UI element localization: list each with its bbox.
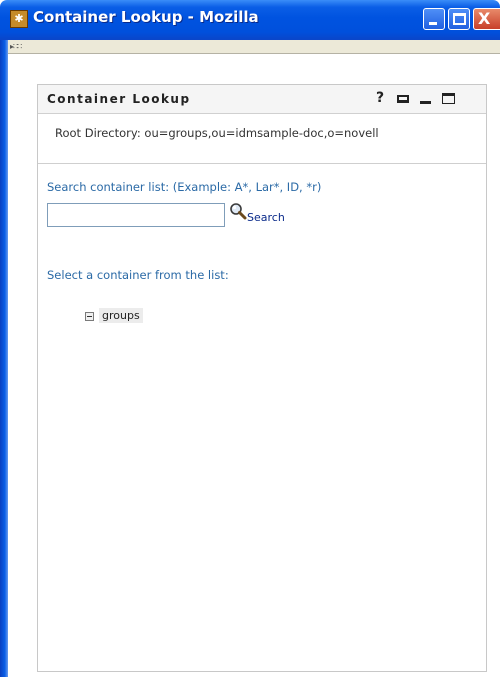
close-icon: X xyxy=(478,9,491,28)
portlet-header: Container Lookup ? xyxy=(38,85,486,114)
window-maximize-button[interactable] xyxy=(448,8,470,30)
divider xyxy=(38,163,486,164)
container-lookup-portlet: Container Lookup ? Root Directory: ou=gr… xyxy=(37,84,487,672)
root-directory-text: Root Directory: ou=groups,ou=idmsample-d… xyxy=(55,126,379,140)
page-content: Container Lookup ? Root Directory: ou=gr… xyxy=(8,55,500,677)
window-titlebar[interactable]: ✱ Container Lookup - Mozilla X xyxy=(0,0,500,40)
portlet-minimize-icon[interactable] xyxy=(418,89,434,107)
tree-item-label[interactable]: groups xyxy=(99,308,143,323)
window-minimize-button[interactable] xyxy=(423,8,445,30)
collapse-toggle-icon[interactable] xyxy=(85,312,94,321)
mozilla-app-icon: ✱ xyxy=(10,10,28,28)
portlet-maximize-icon[interactable] xyxy=(441,89,457,107)
toolbar-strip: ▸∷∷ xyxy=(8,40,500,54)
window-left-border xyxy=(0,40,8,677)
search-button[interactable]: Search xyxy=(247,211,285,224)
select-container-label: Select a container from the list: xyxy=(47,268,229,282)
window-title: Container Lookup - Mozilla xyxy=(33,8,259,26)
maximize-icon xyxy=(453,13,466,25)
toolbar-grip-icon[interactable]: ▸∷∷ xyxy=(10,42,22,51)
help-icon[interactable]: ? xyxy=(372,89,388,107)
minimize-icon xyxy=(429,22,437,25)
window-close-button[interactable]: X xyxy=(473,8,500,30)
magnifier-icon[interactable] xyxy=(229,202,247,220)
portlet-title: Container Lookup xyxy=(47,92,191,106)
search-label: Search container list: (Example: A*, Lar… xyxy=(47,180,322,194)
print-icon[interactable] xyxy=(395,89,411,107)
search-input[interactable] xyxy=(47,203,225,227)
